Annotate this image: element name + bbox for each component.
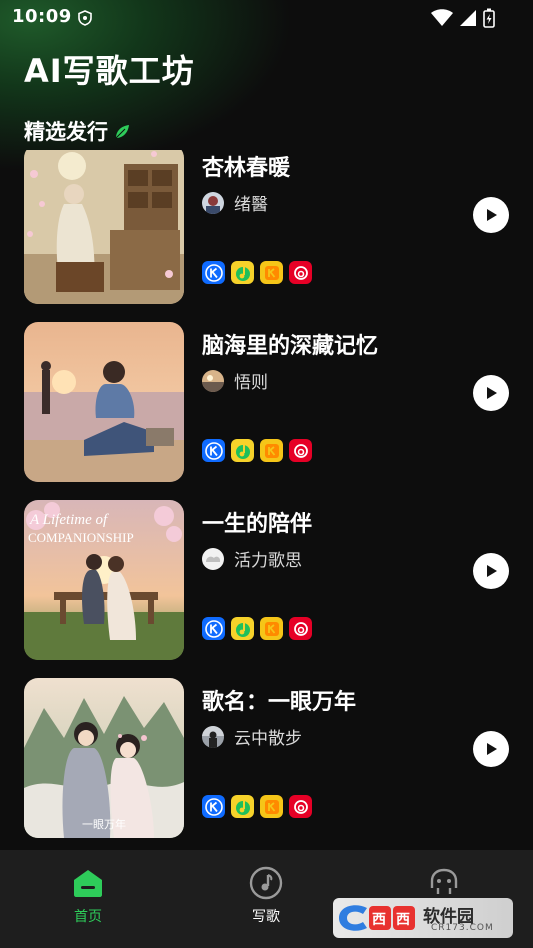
song-title[interactable]: 脑海里的深藏记忆 [202, 328, 378, 360]
artist-name: 绪醫 [234, 195, 268, 215]
song-title[interactable]: 一生的陪伴 [202, 506, 312, 538]
kugou-icon[interactable] [202, 795, 225, 818]
kuwo-icon[interactable] [260, 795, 283, 818]
song-title[interactable]: 歌名：一眼万年 [202, 684, 356, 716]
artist-name: 活力歌思 [234, 551, 302, 571]
battery-icon [483, 8, 495, 28]
artist-row: 活力歌思 [202, 546, 302, 571]
song-cover-image[interactable]: A Lifetime of COMPANIONSHIP [24, 500, 184, 660]
play-button[interactable] [473, 375, 509, 411]
artist-row: 悟则 [202, 368, 268, 393]
platform-links [202, 795, 312, 818]
section-title: 精选发行 [24, 116, 130, 146]
qq-music-icon[interactable] [231, 795, 254, 818]
artist-name: 云中散步 [234, 729, 302, 749]
play-icon [487, 387, 497, 399]
play-icon [487, 209, 497, 221]
watermark-subtext: CR173.COM [431, 923, 494, 933]
artist-avatar [202, 547, 224, 570]
kugou-icon[interactable] [202, 439, 225, 462]
song-item[interactable]: A Lifetime of COMPANIONSHIP 一生的陪伴 活力歌思 [0, 500, 533, 660]
watermark-logo: 西 西 软件园 CR173.COM [333, 898, 513, 938]
svg-text:A Lifetime of: A Lifetime of [29, 512, 109, 528]
play-button[interactable] [473, 553, 509, 589]
kuwo-icon[interactable] [260, 439, 283, 462]
qq-music-icon[interactable] [231, 617, 254, 640]
song-item[interactable]: 一眼万年 歌名：一眼万年 云中散步 [0, 678, 533, 838]
netease-music-icon[interactable] [289, 795, 312, 818]
kuwo-icon[interactable] [260, 261, 283, 284]
leaf-icon [115, 125, 129, 139]
artist-avatar [202, 369, 224, 392]
status-time: 10:09 [12, 6, 72, 27]
status-bar: 10:09 [0, 0, 533, 36]
play-button[interactable] [473, 197, 509, 233]
play-icon [487, 743, 497, 755]
shield-icon [78, 10, 92, 26]
qq-music-icon[interactable] [231, 439, 254, 462]
play-button[interactable] [473, 731, 509, 767]
signal-icon [460, 10, 476, 26]
play-icon [487, 565, 497, 577]
home-icon [74, 870, 102, 897]
song-title[interactable]: 杏林春暖 [202, 150, 290, 182]
artist-row: 绪醫 [202, 190, 268, 215]
song-item[interactable]: 脑海里的深藏记忆 悟则 [0, 322, 533, 482]
svg-text:COMPANIONSHIP: COMPANIONSHIP [28, 530, 134, 545]
artist-row: 云中散步 [202, 724, 302, 749]
netease-music-icon[interactable] [289, 617, 312, 640]
nav-item-home[interactable]: 首页 [48, 866, 128, 926]
song-cover-image[interactable] [24, 322, 184, 482]
kugou-icon[interactable] [202, 261, 225, 284]
profile-icon [430, 868, 458, 894]
nav-label-write-song: 写歌 [252, 909, 280, 925]
song-cover-image[interactable]: 一眼万年 [24, 678, 184, 838]
nav-item-write-song[interactable]: 写歌 [226, 866, 306, 926]
kuwo-icon[interactable] [260, 617, 283, 640]
song-list[interactable]: 杏林春暖 绪醫 脑海里的深藏记忆 悟则 A Lifetime of COMPAN… [0, 150, 533, 850]
artist-avatar [202, 725, 224, 748]
svg-text:西: 西 [372, 912, 386, 928]
artist-avatar [202, 191, 224, 214]
platform-links [202, 439, 312, 462]
platform-links [202, 617, 312, 640]
kugou-icon[interactable] [202, 617, 225, 640]
nav-label-home: 首页 [74, 909, 102, 925]
netease-music-icon[interactable] [289, 439, 312, 462]
app-title: AI写歌工坊 [24, 52, 195, 90]
qq-music-icon[interactable] [231, 261, 254, 284]
netease-music-icon[interactable] [289, 261, 312, 284]
music-note-icon [249, 866, 283, 900]
svg-text:西: 西 [396, 912, 410, 928]
wifi-icon [431, 9, 453, 26]
song-item[interactable]: 杏林春暖 绪醫 [0, 150, 533, 304]
section-title-text: 精选发行 [24, 120, 108, 144]
svg-text:一眼万年: 一眼万年 [82, 817, 126, 831]
song-cover-image[interactable] [24, 150, 184, 304]
artist-name: 悟则 [234, 373, 268, 393]
platform-links [202, 261, 312, 284]
